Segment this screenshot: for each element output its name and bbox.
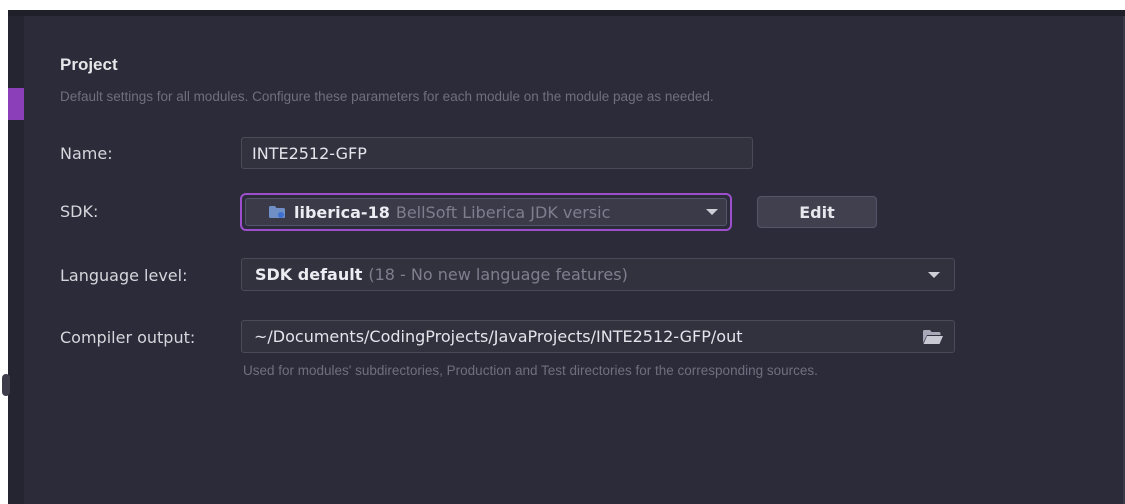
folder-icon — [269, 206, 285, 218]
compiler-output-hint: Used for modules' subdirectories, Produc… — [243, 363, 818, 378]
sdk-label: SDK: — [60, 202, 99, 221]
language-level-label: Language level: — [60, 266, 188, 285]
name-input[interactable] — [241, 137, 753, 169]
language-level-detail: (18 - No new language features) — [368, 265, 628, 284]
screen: Project Default settings for all modules… — [0, 0, 1125, 504]
name-label: Name: — [60, 144, 113, 163]
chevron-down-icon — [928, 271, 940, 278]
collapse-handle[interactable] — [2, 374, 10, 396]
sidebar-selection-indicator — [8, 88, 24, 120]
section-title: Project — [60, 55, 118, 74]
compiler-output-input[interactable] — [254, 327, 922, 346]
sdk-selected-detail: BellSoft Liberica JDK versic — [395, 202, 611, 222]
folder-open-icon[interactable] — [922, 329, 944, 345]
sdk-dropdown-inner: liberica-18 BellSoft Liberica JDK versic — [245, 198, 727, 226]
settings-panel — [8, 10, 1125, 504]
edit-sdk-button[interactable]: Edit — [757, 196, 877, 228]
sdk-dropdown[interactable]: liberica-18 BellSoft Liberica JDK versic — [240, 193, 732, 231]
sdk-selected-name: liberica-18 — [294, 202, 390, 222]
compiler-output-label: Compiler output: — [60, 328, 196, 347]
language-level-dropdown[interactable]: SDK default (18 - No new language featur… — [241, 258, 955, 291]
section-description: Default settings for all modules. Config… — [60, 89, 714, 104]
chevron-down-icon — [706, 209, 718, 215]
compiler-output-field — [241, 320, 955, 353]
language-level-selected: SDK default — [255, 265, 363, 284]
panel-top-border — [8, 10, 1125, 16]
